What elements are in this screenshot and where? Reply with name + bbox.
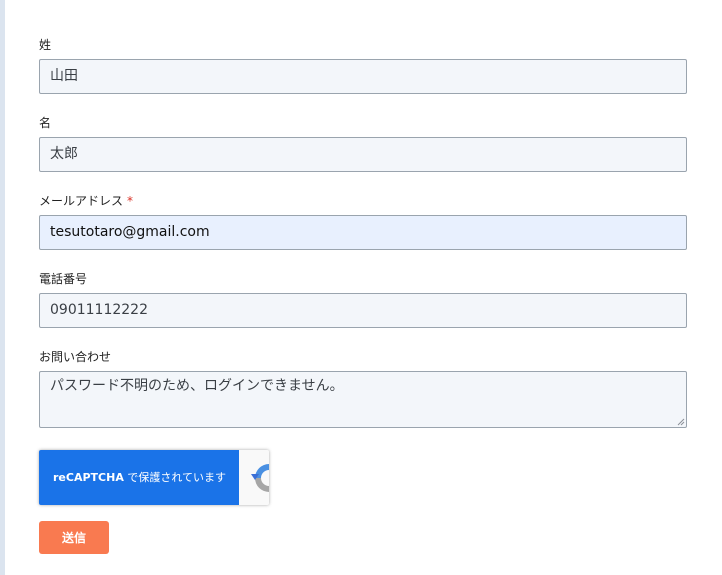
phone-input[interactable]: 09011112222 xyxy=(39,293,687,328)
phone-label: 電話番号 xyxy=(39,272,88,286)
left-edge-border xyxy=(0,0,5,575)
contact-form-page: 姓 山田 名 太郎 メールアドレス * tesutotaro@gmail.com … xyxy=(0,0,722,575)
required-mark: * xyxy=(127,194,134,208)
inquiry-field: お問い合わせ パスワード不明のため、ログインできません。 xyxy=(39,349,687,428)
last-name-input[interactable]: 山田 xyxy=(39,59,687,94)
email-input[interactable]: tesutotaro@gmail.com xyxy=(39,215,687,250)
first-name-field: 名 太郎 xyxy=(39,115,687,172)
first-name-label: 名 xyxy=(39,116,52,130)
inquiry-label: お問い合わせ xyxy=(39,350,112,364)
phone-field: 電話番号 09011112222 xyxy=(39,271,687,328)
last-name-label: 姓 xyxy=(39,38,52,52)
last-name-field: 姓 山田 xyxy=(39,37,687,94)
recaptcha-brand: reCAPTCHA xyxy=(53,471,124,484)
recaptcha-text: で保護されています xyxy=(123,471,227,484)
email-field: メールアドレス * tesutotaro@gmail.com xyxy=(39,193,687,250)
recaptcha-logo-area xyxy=(239,450,269,505)
resize-grip-icon[interactable] xyxy=(677,418,685,426)
email-label-row: メールアドレス * xyxy=(39,193,687,209)
recaptcha-badge[interactable]: reCAPTCHA で保護されています xyxy=(39,450,269,505)
submit-button[interactable]: 送信 xyxy=(39,521,109,554)
inquiry-textarea[interactable]: パスワード不明のため、ログインできません。 xyxy=(39,371,687,428)
inquiry-text: パスワード不明のため、ログインできません。 xyxy=(50,378,344,394)
recaptcha-panel: reCAPTCHA で保護されています xyxy=(39,450,239,505)
first-name-input[interactable]: 太郎 xyxy=(39,137,687,172)
email-label: メールアドレス xyxy=(39,194,124,208)
recaptcha-logo-icon xyxy=(251,464,269,492)
